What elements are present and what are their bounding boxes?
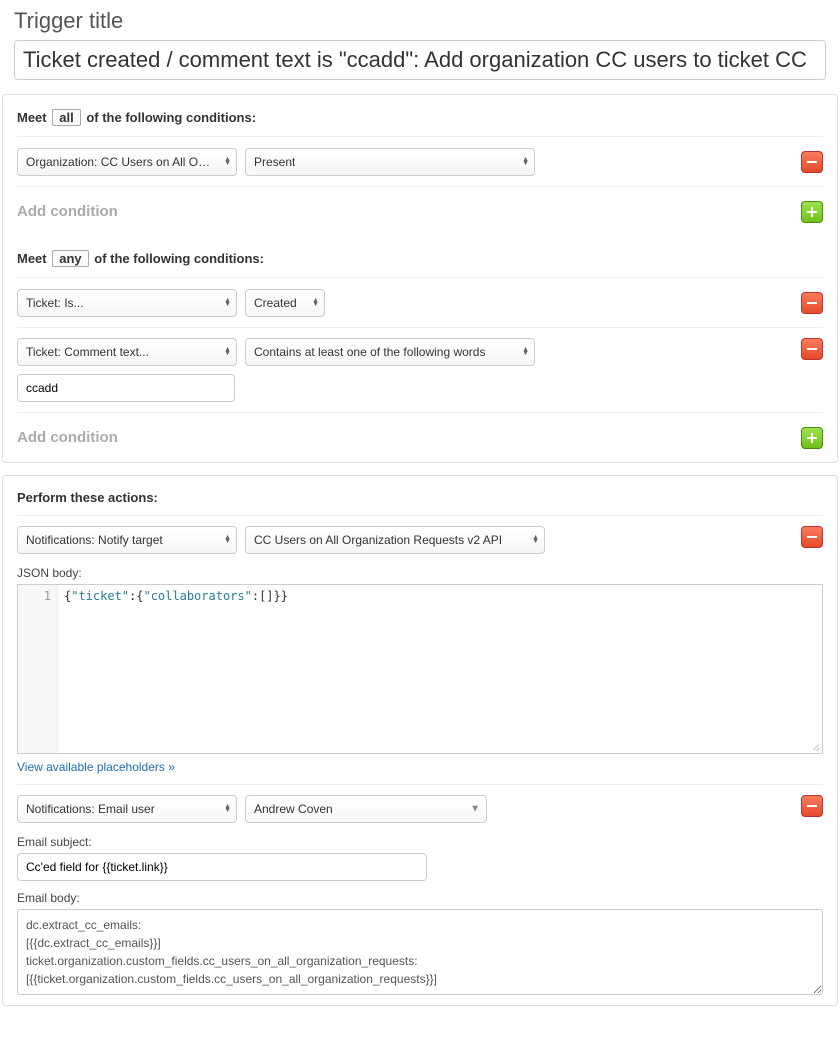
email-subject-input[interactable]	[17, 853, 427, 881]
page-title: Trigger title	[0, 0, 840, 40]
resize-handle-icon[interactable]	[810, 741, 820, 751]
conditions-all-post: of the following conditions:	[86, 110, 256, 125]
condition-row: Ticket: Is... ▲▼ Created ▲▼	[17, 277, 823, 327]
updown-icon: ▲▼	[224, 299, 231, 307]
actions-heading: Perform these actions:	[17, 490, 823, 505]
action-field-select[interactable]: Notifications: Notify target ▲▼	[17, 526, 237, 554]
updown-icon: ▲▼	[532, 536, 539, 544]
actions-panel: Perform these actions: Notifications: No…	[2, 475, 838, 1006]
action-user-label: Andrew Coven	[254, 802, 333, 816]
json-body-editor[interactable]: 1 {"ticket":{"collaborators":[]}}	[17, 584, 823, 754]
chevron-down-icon: ▼	[470, 804, 480, 815]
email-subject-label: Email subject:	[17, 835, 823, 849]
remove-action-button[interactable]	[801, 795, 823, 817]
add-condition-label: Add condition	[17, 203, 118, 220]
plus-icon	[806, 206, 818, 218]
updown-icon: ▲▼	[224, 158, 231, 166]
add-condition-row: Add condition	[17, 412, 823, 462]
remove-condition-button[interactable]	[801, 338, 823, 360]
remove-condition-button[interactable]	[801, 292, 823, 314]
minus-icon	[806, 531, 818, 543]
conditions-all-pre: Meet	[17, 110, 47, 125]
updown-icon: ▲▼	[312, 299, 319, 307]
conditions-any-pre: Meet	[17, 251, 47, 266]
condition-operator-select[interactable]: Contains at least one of the following w…	[245, 338, 535, 366]
updown-icon: ▲▼	[522, 348, 529, 356]
condition-field-select[interactable]: Ticket: Is... ▲▼	[17, 289, 237, 317]
email-body-textarea[interactable]	[17, 909, 823, 995]
condition-operator-label: Contains at least one of the following w…	[254, 345, 485, 359]
action-target-label: CC Users on All Organization Requests v2…	[254, 533, 502, 547]
email-body-label: Email body:	[17, 891, 823, 905]
minus-icon	[806, 156, 818, 168]
code-gutter: 1	[18, 585, 58, 753]
condition-operator-select[interactable]: Created ▲▼	[245, 289, 325, 317]
conditions-all-panel: Meet all of the following conditions: Or…	[2, 94, 838, 463]
minus-icon	[806, 800, 818, 812]
condition-row: Ticket: Comment text... ▲▼ Contains at l…	[17, 327, 823, 412]
add-condition-label: Add condition	[17, 429, 118, 446]
add-condition-button[interactable]	[801, 427, 823, 449]
add-condition-row: Add condition	[17, 186, 823, 236]
action-target-select[interactable]: CC Users on All Organization Requests v2…	[245, 526, 545, 554]
conditions-all-label: Meet all of the following conditions:	[17, 109, 823, 126]
conditions-any-post: of the following conditions:	[94, 251, 264, 266]
code-content[interactable]: {"ticket":{"collaborators":[]}}	[58, 585, 822, 753]
view-placeholders-link[interactable]: View available placeholders »	[17, 760, 823, 774]
updown-icon: ▲▼	[224, 348, 231, 356]
json-body-label: JSON body:	[17, 566, 823, 580]
action-row: Notifications: Email user ▲▼ Andrew Cove…	[17, 784, 823, 1005]
condition-operator-select[interactable]: Present ▲▼	[245, 148, 535, 176]
remove-condition-button[interactable]	[801, 151, 823, 173]
trigger-title-input[interactable]	[14, 40, 826, 80]
add-condition-button[interactable]	[801, 201, 823, 223]
conditions-all-boxed: all	[52, 109, 80, 126]
condition-field-select[interactable]: Organization: CC Users on All Organizati…	[17, 148, 237, 176]
action-user-select[interactable]: Andrew Coven ▼	[245, 795, 487, 823]
condition-operator-label: Present	[254, 155, 295, 169]
action-field-label: Notifications: Email user	[26, 802, 155, 816]
plus-icon	[806, 432, 818, 444]
minus-icon	[806, 297, 818, 309]
condition-field-select[interactable]: Ticket: Comment text... ▲▼	[17, 338, 237, 366]
action-row: Notifications: Notify target ▲▼ CC Users…	[17, 515, 823, 784]
remove-action-button[interactable]	[801, 526, 823, 548]
condition-field-label: Organization: CC Users on All Organizati…	[26, 155, 214, 169]
condition-value-input[interactable]	[17, 374, 235, 402]
action-field-label: Notifications: Notify target	[26, 533, 163, 547]
conditions-any-boxed: any	[52, 250, 88, 267]
updown-icon: ▲▼	[224, 805, 231, 813]
updown-icon: ▲▼	[522, 158, 529, 166]
condition-row: Organization: CC Users on All Organizati…	[17, 136, 823, 186]
updown-icon: ▲▼	[224, 536, 231, 544]
minus-icon	[806, 343, 818, 355]
condition-operator-label: Created	[254, 296, 297, 310]
condition-field-label: Ticket: Comment text...	[26, 345, 149, 359]
condition-field-label: Ticket: Is...	[26, 296, 84, 310]
conditions-any-label: Meet any of the following conditions:	[17, 250, 823, 267]
action-field-select[interactable]: Notifications: Email user ▲▼	[17, 795, 237, 823]
